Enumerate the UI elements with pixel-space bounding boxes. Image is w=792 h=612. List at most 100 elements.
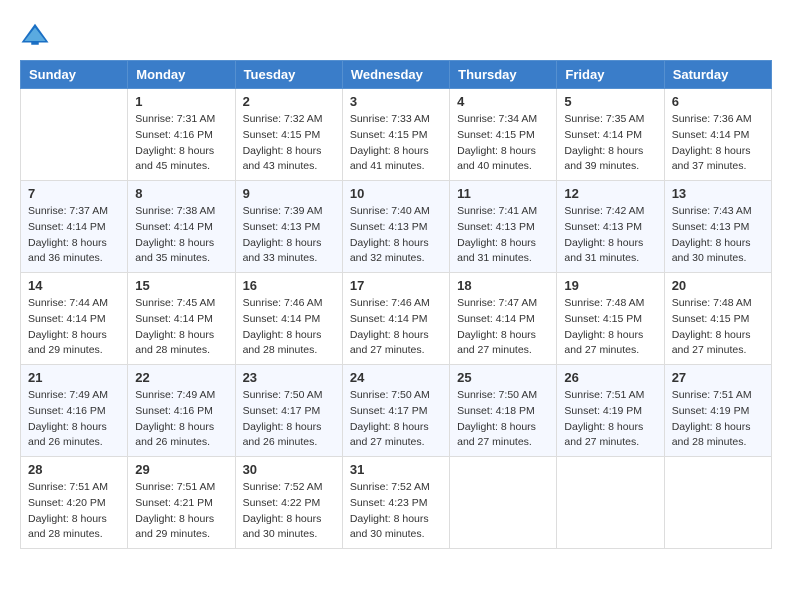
calendar-cell: 20Sunrise: 7:48 AMSunset: 4:15 PMDayligh… (664, 273, 771, 365)
calendar-week-2: 14 Sunrise: 7:44 AMSunset: 4:14 PMDayligh… (21, 273, 772, 365)
day-info: Sunrise: 7:42 AMSunset: 4:13 PMDaylight:… (564, 204, 656, 267)
day-number: 14 (28, 278, 120, 293)
day-number: 6 (672, 94, 764, 109)
day-info: Sunrise: 7:31 AMSunset: 4:16 PMDaylight:… (135, 112, 227, 175)
day-number: 19 (564, 278, 656, 293)
day-number: 27 (672, 370, 764, 385)
day-info: Sunrise: 7:35 AMSunset: 4:14 PMDaylight:… (564, 112, 656, 175)
calendar-cell: 8 Sunrise: 7:38 AMSunset: 4:14 PMDaylight… (128, 181, 235, 273)
day-number: 18 (457, 278, 549, 293)
day-info: Sunrise: 7:36 AMSunset: 4:14 PMDaylight:… (672, 112, 764, 175)
logo (20, 20, 54, 50)
day-info: Sunrise: 7:50 AMSunset: 4:18 PMDaylight:… (457, 388, 549, 451)
calendar-cell: 18 Sunrise: 7:47 AMSunset: 4:14 PMDayligh… (450, 273, 557, 365)
calendar-header-row: SundayMondayTuesdayWednesdayThursdayFrid… (21, 61, 772, 89)
calendar-cell: 11 Sunrise: 7:41 AMSunset: 4:13 PMDayligh… (450, 181, 557, 273)
day-number: 21 (28, 370, 120, 385)
day-number: 5 (564, 94, 656, 109)
day-number: 30 (243, 462, 335, 477)
calendar-cell: 5 Sunrise: 7:35 AMSunset: 4:14 PMDaylight… (557, 89, 664, 181)
calendar-cell: 17 Sunrise: 7:46 AMSunset: 4:14 PMDayligh… (342, 273, 449, 365)
day-number: 15 (135, 278, 227, 293)
calendar-header-monday: Monday (128, 61, 235, 89)
calendar-cell (557, 457, 664, 549)
day-info: Sunrise: 7:50 AMSunset: 4:17 PMDaylight:… (243, 388, 335, 451)
calendar-cell: 26 Sunrise: 7:51 AMSunset: 4:19 PMDayligh… (557, 365, 664, 457)
day-number: 7 (28, 186, 120, 201)
calendar-cell: 29 Sunrise: 7:51 AMSunset: 4:21 PMDayligh… (128, 457, 235, 549)
day-number: 31 (350, 462, 442, 477)
day-number: 22 (135, 370, 227, 385)
calendar-week-1: 7 Sunrise: 7:37 AMSunset: 4:14 PMDaylight… (21, 181, 772, 273)
calendar-cell: 1 Sunrise: 7:31 AMSunset: 4:16 PMDaylight… (128, 89, 235, 181)
calendar-cell: 9 Sunrise: 7:39 AMSunset: 4:13 PMDaylight… (235, 181, 342, 273)
day-info: Sunrise: 7:46 AMSunset: 4:14 PMDaylight:… (243, 296, 335, 359)
calendar-cell: 19Sunrise: 7:48 AMSunset: 4:15 PMDayligh… (557, 273, 664, 365)
day-info: Sunrise: 7:47 AMSunset: 4:14 PMDaylight:… (457, 296, 549, 359)
calendar-week-4: 28Sunrise: 7:51 AMSunset: 4:20 PMDayligh… (21, 457, 772, 549)
calendar-cell: 21 Sunrise: 7:49 AMSunset: 4:16 PMDayligh… (21, 365, 128, 457)
calendar-cell (21, 89, 128, 181)
day-info: Sunrise: 7:46 AMSunset: 4:14 PMDaylight:… (350, 296, 442, 359)
calendar: SundayMondayTuesdayWednesdayThursdayFrid… (20, 60, 772, 549)
day-number: 12 (564, 186, 656, 201)
day-info: Sunrise: 7:44 AMSunset: 4:14 PMDaylight:… (28, 296, 120, 359)
day-number: 2 (243, 94, 335, 109)
page-header (20, 20, 772, 50)
logo-icon (20, 20, 50, 50)
day-info: Sunrise: 7:51 AMSunset: 4:21 PMDaylight:… (135, 480, 227, 543)
calendar-cell: 24 Sunrise: 7:50 AMSunset: 4:17 PMDayligh… (342, 365, 449, 457)
day-info: Sunrise: 7:50 AMSunset: 4:17 PMDaylight:… (350, 388, 442, 451)
day-info: Sunrise: 7:51 AMSunset: 4:19 PMDaylight:… (672, 388, 764, 451)
calendar-cell (450, 457, 557, 549)
calendar-week-0: 1 Sunrise: 7:31 AMSunset: 4:16 PMDaylight… (21, 89, 772, 181)
calendar-cell (664, 457, 771, 549)
day-info: Sunrise: 7:43 AMSunset: 4:13 PMDaylight:… (672, 204, 764, 267)
day-number: 24 (350, 370, 442, 385)
day-info: Sunrise: 7:52 AMSunset: 4:22 PMDaylight:… (243, 480, 335, 543)
calendar-header-sunday: Sunday (21, 61, 128, 89)
calendar-header-wednesday: Wednesday (342, 61, 449, 89)
calendar-header-thursday: Thursday (450, 61, 557, 89)
day-number: 9 (243, 186, 335, 201)
calendar-cell: 27 Sunrise: 7:51 AMSunset: 4:19 PMDayligh… (664, 365, 771, 457)
calendar-cell: 25 Sunrise: 7:50 AMSunset: 4:18 PMDayligh… (450, 365, 557, 457)
calendar-body: 1 Sunrise: 7:31 AMSunset: 4:16 PMDaylight… (21, 89, 772, 549)
calendar-cell: 13 Sunrise: 7:43 AMSunset: 4:13 PMDayligh… (664, 181, 771, 273)
calendar-header-saturday: Saturday (664, 61, 771, 89)
calendar-cell: 7 Sunrise: 7:37 AMSunset: 4:14 PMDaylight… (21, 181, 128, 273)
day-info: Sunrise: 7:38 AMSunset: 4:14 PMDaylight:… (135, 204, 227, 267)
calendar-cell: 10Sunrise: 7:40 AMSunset: 4:13 PMDayligh… (342, 181, 449, 273)
day-info: Sunrise: 7:37 AMSunset: 4:14 PMDaylight:… (28, 204, 120, 267)
day-number: 29 (135, 462, 227, 477)
day-number: 1 (135, 94, 227, 109)
day-info: Sunrise: 7:41 AMSunset: 4:13 PMDaylight:… (457, 204, 549, 267)
day-info: Sunrise: 7:48 AMSunset: 4:15 PMDaylight:… (672, 296, 764, 359)
calendar-cell: 3 Sunrise: 7:33 AMSunset: 4:15 PMDaylight… (342, 89, 449, 181)
calendar-cell: 16 Sunrise: 7:46 AMSunset: 4:14 PMDayligh… (235, 273, 342, 365)
day-number: 3 (350, 94, 442, 109)
day-number: 13 (672, 186, 764, 201)
day-number: 11 (457, 186, 549, 201)
calendar-cell: 14 Sunrise: 7:44 AMSunset: 4:14 PMDayligh… (21, 273, 128, 365)
day-number: 26 (564, 370, 656, 385)
day-info: Sunrise: 7:32 AMSunset: 4:15 PMDaylight:… (243, 112, 335, 175)
calendar-header-friday: Friday (557, 61, 664, 89)
day-info: Sunrise: 7:49 AMSunset: 4:16 PMDaylight:… (28, 388, 120, 451)
day-number: 23 (243, 370, 335, 385)
day-number: 16 (243, 278, 335, 293)
day-number: 8 (135, 186, 227, 201)
calendar-cell: 15Sunrise: 7:45 AMSunset: 4:14 PMDayligh… (128, 273, 235, 365)
day-info: Sunrise: 7:34 AMSunset: 4:15 PMDaylight:… (457, 112, 549, 175)
day-number: 25 (457, 370, 549, 385)
day-number: 17 (350, 278, 442, 293)
calendar-cell: 31Sunrise: 7:52 AMSunset: 4:23 PMDayligh… (342, 457, 449, 549)
day-info: Sunrise: 7:39 AMSunset: 4:13 PMDaylight:… (243, 204, 335, 267)
day-number: 28 (28, 462, 120, 477)
calendar-cell: 2 Sunrise: 7:32 AMSunset: 4:15 PMDaylight… (235, 89, 342, 181)
calendar-cell: 23 Sunrise: 7:50 AMSunset: 4:17 PMDayligh… (235, 365, 342, 457)
day-info: Sunrise: 7:33 AMSunset: 4:15 PMDaylight:… (350, 112, 442, 175)
calendar-header-tuesday: Tuesday (235, 61, 342, 89)
day-number: 4 (457, 94, 549, 109)
day-info: Sunrise: 7:51 AMSunset: 4:19 PMDaylight:… (564, 388, 656, 451)
